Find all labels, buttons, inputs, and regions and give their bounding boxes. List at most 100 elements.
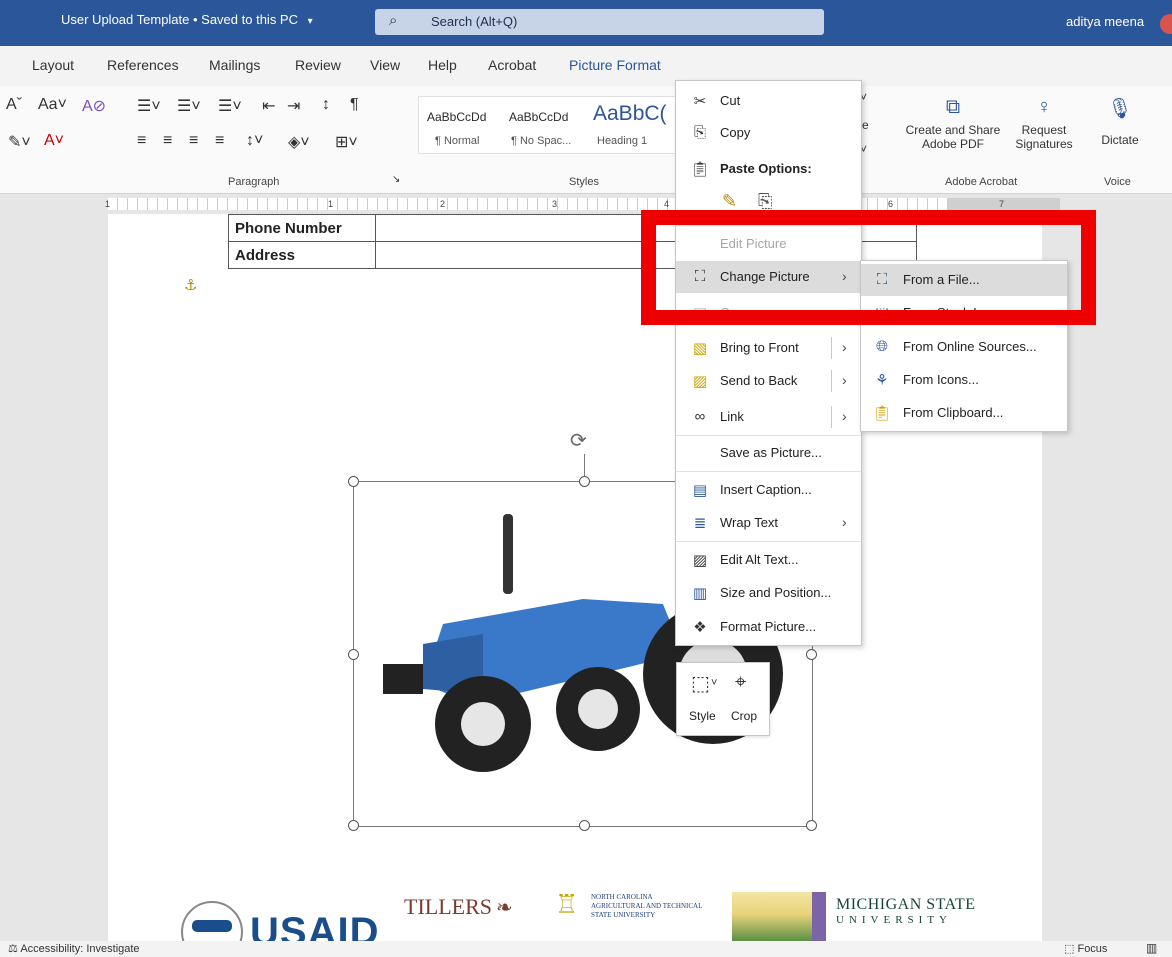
tab-review[interactable]: Review	[295, 57, 341, 73]
user-name[interactable]: aditya meena	[1066, 14, 1144, 29]
edit-alt-text-label: Edit Alt Text...	[720, 552, 799, 567]
style-normal-name[interactable]: ¶ Normal	[435, 135, 479, 147]
ruler-number: 2	[440, 199, 446, 209]
dictate-button[interactable]: 🎙︎ Dictate	[1094, 96, 1146, 147]
tab-references[interactable]: References	[107, 57, 179, 73]
decrease-indent-icon[interactable]: ⇤	[262, 96, 275, 116]
style-button-label[interactable]: Style	[689, 709, 716, 723]
resize-handle[interactable]	[348, 649, 359, 660]
menu-item-save-as-picture[interactable]: Save as Picture...	[676, 437, 861, 469]
menu-item-cut[interactable]: ✂︎ Cut	[676, 85, 861, 117]
increase-indent-icon[interactable]: ⇥	[287, 96, 300, 116]
menu-item-insert-caption[interactable]: ▤ Insert Caption...	[676, 474, 861, 506]
pilcrow-icon[interactable]: ¶	[350, 96, 359, 114]
line-spacing-icon[interactable]: ↕˅	[246, 132, 263, 150]
ruler-number: 6	[888, 199, 894, 209]
style-nospacing-preview[interactable]: AaBbCcDd	[509, 110, 568, 124]
copy-label: Copy	[720, 125, 751, 140]
search-box[interactable]: ⌕ Search (Alt+Q)	[375, 9, 824, 35]
resize-handle[interactable]	[806, 649, 817, 660]
read-mode-icon[interactable]: ▥	[1146, 941, 1157, 955]
justify-icon[interactable]: ≡	[215, 132, 224, 150]
menu-item-link[interactable]: ∞ Link ›	[676, 401, 861, 433]
focus-label: Focus	[1077, 943, 1108, 955]
styles-gallery: AaBbCcDd ¶ Normal AaBbCcDd ¶ No Spac... …	[418, 96, 682, 154]
menu-item-bring-to-front[interactable]: ▧ Bring to Front ›	[676, 332, 861, 364]
resize-handle[interactable]	[806, 820, 817, 831]
accessibility-status[interactable]: ⚖ Accessibility: Investigate	[8, 942, 140, 955]
menu-item-wrap-text[interactable]: ≣ Wrap Text ›	[676, 507, 861, 539]
paste-picture-icon[interactable]: ⎘	[758, 191, 772, 212]
tab-mailings[interactable]: Mailings	[209, 57, 260, 73]
style-normal-preview[interactable]: AaBbCcDd	[427, 110, 486, 124]
create-share-pdf-button[interactable]: ⧉ Create and Share Adobe PDF	[898, 96, 1008, 151]
style-heading1-name[interactable]: Heading 1	[597, 135, 647, 147]
submenu-item-from-clipboard[interactable]: 📋︎ From Clipboard...	[861, 397, 1067, 429]
rotate-handle-icon[interactable]: ⟳	[570, 428, 587, 453]
submenu-item-from-online[interactable]: 🌐︎ From Online Sources...	[861, 331, 1067, 363]
tab-picture-format[interactable]: Picture Format	[569, 57, 661, 73]
document-title[interactable]: User Upload Template • Saved to this PC …	[61, 12, 313, 27]
request-label-2: Signatures	[1015, 137, 1073, 151]
focus-mode-button[interactable]: ⬚ Focus	[1064, 942, 1107, 955]
size-and-position-label: Size and Position...	[720, 585, 832, 600]
front-hub-left	[461, 702, 505, 746]
table-cell[interactable]: Phone Number	[228, 214, 376, 242]
ruler-number: 1	[328, 199, 334, 209]
dialog-launcher-icon[interactable]: ↘	[392, 174, 400, 185]
align-right-icon[interactable]: ≡	[189, 132, 198, 150]
style-nospacing-name[interactable]: ¶ No Spac...	[511, 135, 571, 147]
change-case-icon[interactable]: Aa˅	[38, 96, 67, 114]
shading-icon[interactable]: ◈˅	[288, 132, 310, 152]
chevron-right-icon: ›	[842, 339, 847, 355]
align-left-icon[interactable]: ≡	[137, 132, 146, 150]
bullets-icon[interactable]: ☰˅	[137, 96, 161, 116]
avatar[interactable]	[1160, 14, 1172, 34]
sort-icon[interactable]: ↕	[322, 96, 330, 114]
align-center-icon[interactable]: ≡	[163, 132, 172, 150]
menu-item-send-to-back[interactable]: ▨ Send to Back ›	[676, 365, 861, 397]
highlighter-icon[interactable]: ✎˅	[8, 132, 31, 152]
submenu-item-from-icons[interactable]: ⚘ From Icons...	[861, 364, 1067, 396]
icons-icon: ⚘	[875, 372, 889, 389]
table-cell[interactable]: Address	[228, 241, 376, 269]
menu-item-edit-alt-text[interactable]: ▨ Edit Alt Text...	[676, 544, 861, 576]
format-picture-label: Format Picture...	[720, 619, 817, 634]
borders-icon[interactable]: ⊞˅	[335, 132, 358, 152]
menu-separator	[676, 435, 861, 436]
font-size-icon[interactable]: Aˇ	[6, 96, 22, 114]
save-as-picture-label: Save as Picture...	[720, 445, 822, 460]
request-signatures-button[interactable]: ♀ Request Signatures	[1008, 96, 1080, 151]
chevron-down-icon[interactable]: ˅	[711, 677, 717, 689]
resize-handle[interactable]	[348, 820, 359, 831]
chevron-right-icon: ›	[842, 514, 847, 530]
anchor-lock-icon[interactable]: ⚓	[184, 276, 197, 294]
menu-item-size-and-position[interactable]: ▥ Size and Position...	[676, 577, 861, 609]
style-heading1-preview[interactable]: AaBbC(	[593, 102, 667, 126]
split-divider	[831, 370, 832, 392]
link-icon: ∞	[694, 408, 706, 425]
accessibility-label: Accessibility: Investigate	[20, 943, 140, 955]
numbering-icon[interactable]: ☰˅	[177, 96, 201, 116]
paste-keep-format-icon[interactable]: ✎	[722, 191, 737, 212]
crop-icon[interactable]: ⌖	[735, 671, 746, 694]
menu-item-format-picture[interactable]: ❖ Format Picture...	[676, 611, 861, 643]
tab-help[interactable]: Help	[428, 57, 457, 73]
resize-handle[interactable]	[348, 476, 359, 487]
resize-handle[interactable]	[579, 476, 590, 487]
menu-paste-options-header: 📋︎ Paste Options:	[676, 153, 861, 185]
tab-acrobat[interactable]: Acrobat	[488, 57, 536, 73]
wrap-text-icon: ≣	[693, 515, 707, 532]
picture-style-icon[interactable]: ⬚	[691, 671, 710, 696]
multilevel-list-icon[interactable]: ☰˅	[218, 96, 242, 116]
tab-layout[interactable]: Layout	[32, 57, 74, 73]
font-color-icon[interactable]: A˅	[44, 132, 64, 150]
resize-handle[interactable]	[579, 820, 590, 831]
clear-formatting-icon[interactable]: A⊘	[82, 96, 106, 116]
tab-view[interactable]: View	[370, 57, 400, 73]
search-placeholder: Search (Alt+Q)	[431, 14, 518, 29]
create-share-label-1: Create and Share	[905, 123, 1001, 137]
adobe-group-label: Adobe Acrobat	[945, 176, 1018, 188]
crop-button-label[interactable]: Crop	[731, 709, 757, 723]
menu-item-copy[interactable]: ⎘ Copy	[676, 117, 861, 149]
